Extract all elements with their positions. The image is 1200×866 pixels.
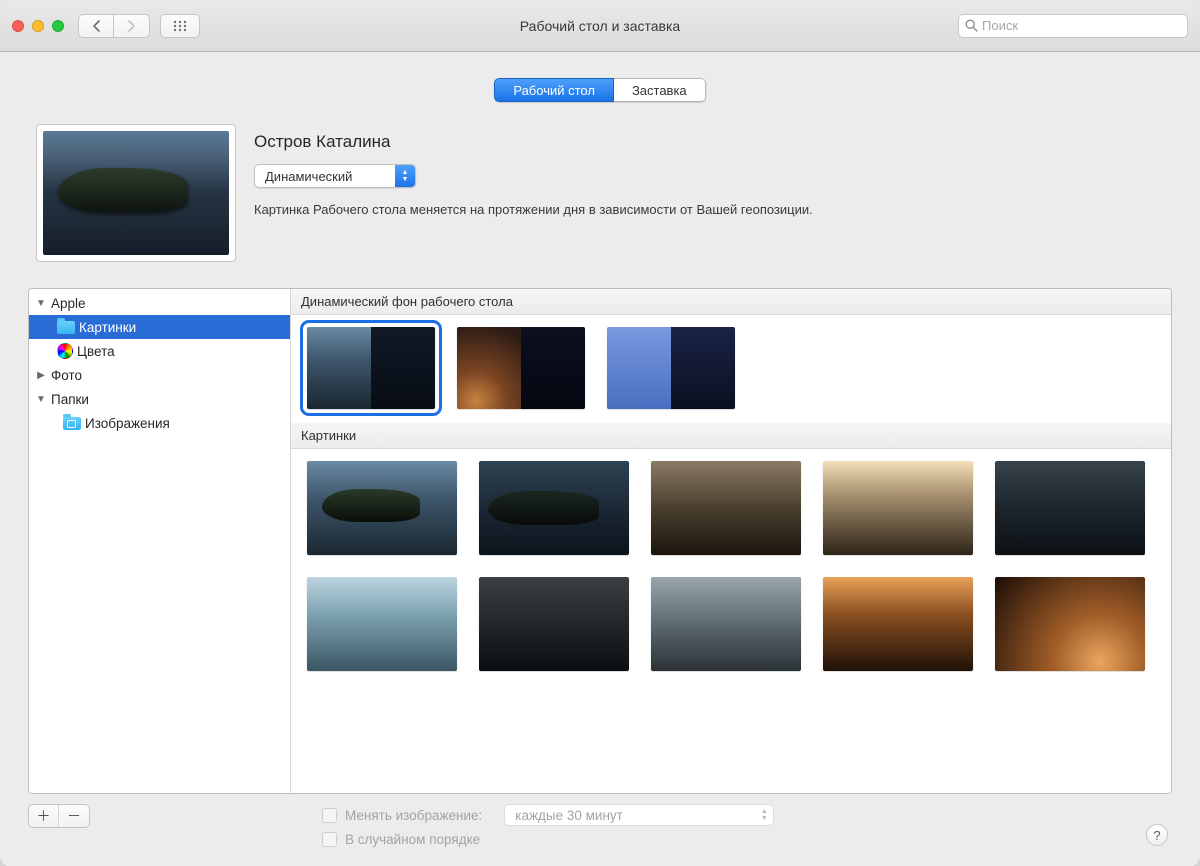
close-button[interactable] <box>12 20 24 32</box>
mode-select[interactable]: Динамический ▲▼ <box>254 164 416 188</box>
tab-screensaver[interactable]: Заставка <box>614 78 706 102</box>
wallpaper-thumb-catalina-dynamic[interactable] <box>307 327 435 409</box>
change-interval-select[interactable]: каждые 30 минут ▲▼ <box>504 804 774 826</box>
sidebar-item-label: Фото <box>51 368 82 383</box>
remove-folder-button[interactable]: － <box>59 805 89 827</box>
preferences-window: Рабочий стол и заставка Рабочий стол Зас… <box>0 0 1200 866</box>
sidebar-item-label: Изображения <box>85 416 170 431</box>
images-folder-icon <box>63 417 81 430</box>
tab-desktop[interactable]: Рабочий стол <box>494 78 614 102</box>
mode-select-value: Динамический <box>255 169 395 184</box>
sidebar-item-apple[interactable]: ▼ Apple <box>29 291 290 315</box>
sidebar-item-label: Цвета <box>77 344 115 359</box>
minimize-button[interactable] <box>32 20 44 32</box>
search-input[interactable] <box>982 18 1181 33</box>
chevron-left-icon <box>92 20 101 32</box>
section-pictures: Картинки <box>291 423 1171 449</box>
sidebar-item-folders[interactable]: ▼ Папки <box>29 387 290 411</box>
grid-icon <box>173 20 187 32</box>
nav-buttons <box>78 14 150 38</box>
wallpaper-thumb[interactable] <box>479 577 629 671</box>
random-order-checkbox[interactable] <box>322 832 337 847</box>
sidebar-item-label: Apple <box>51 296 86 311</box>
color-wheel-icon <box>57 343 73 359</box>
section-dynamic: Динамический фон рабочего стола <box>291 289 1171 315</box>
change-interval-value: каждые 30 минут <box>515 808 623 823</box>
search-icon <box>965 19 978 32</box>
wallpaper-thumb[interactable] <box>651 577 801 671</box>
search-field[interactable] <box>958 14 1188 38</box>
mode-description: Картинка Рабочего стола меняется на прот… <box>254 202 1168 217</box>
footer-controls: ＋ － Менять изображение: каждые 30 минут … <box>28 794 1172 848</box>
traffic-lights <box>12 20 64 32</box>
wallpaper-thumb-mojave-dynamic[interactable] <box>457 327 585 409</box>
sidebar-item-photo[interactable]: ▶ Фото <box>29 363 290 387</box>
sidebar-item-label: Картинки <box>79 320 136 335</box>
change-picture-label: Менять изображение: <box>345 808 482 823</box>
wallpaper-thumb[interactable] <box>651 461 801 555</box>
show-all-button[interactable] <box>160 14 200 38</box>
maximize-button[interactable] <box>52 20 64 32</box>
wallpaper-browser: ▼ Apple Картинки Цвета ▶ Фото ▼ Папк <box>28 288 1172 794</box>
wallpaper-gallery: Динамический фон рабочего стола Картинки <box>291 289 1171 793</box>
source-sidebar: ▼ Apple Картинки Цвета ▶ Фото ▼ Папк <box>29 289 291 793</box>
sidebar-item-colors[interactable]: Цвета <box>29 339 290 363</box>
wallpaper-thumb[interactable] <box>479 461 629 555</box>
titlebar: Рабочий стол и заставка <box>0 0 1200 52</box>
sidebar-item-label: Папки <box>51 392 89 407</box>
stepper-arrows-icon: ▲▼ <box>395 165 415 187</box>
wallpaper-thumb-solid-dynamic[interactable] <box>607 327 735 409</box>
content-area: Рабочий стол Заставка Остров Каталина Ди… <box>0 52 1200 866</box>
wallpaper-name: Остров Каталина <box>254 132 1168 152</box>
change-picture-checkbox[interactable] <box>322 808 337 823</box>
forward-button[interactable] <box>114 14 150 38</box>
stepper-arrows-icon: ▲▼ <box>755 808 773 822</box>
wallpaper-thumb[interactable] <box>995 577 1145 671</box>
disclosure-triangle-icon: ▼ <box>35 298 47 309</box>
add-folder-button[interactable]: ＋ <box>29 805 59 827</box>
back-button[interactable] <box>78 14 114 38</box>
sidebar-item-images[interactable]: Изображения <box>29 411 290 435</box>
wallpaper-thumb[interactable] <box>307 577 457 671</box>
wallpaper-thumb[interactable] <box>823 461 973 555</box>
help-button[interactable]: ? <box>1146 824 1168 846</box>
random-order-label: В случайном порядке <box>345 832 480 847</box>
wallpaper-thumb[interactable] <box>307 461 457 555</box>
disclosure-triangle-icon: ▼ <box>35 394 47 405</box>
folder-icon <box>57 321 75 334</box>
add-remove-buttons: ＋ － <box>28 804 90 828</box>
wallpaper-thumb[interactable] <box>823 577 973 671</box>
tab-bar: Рабочий стол Заставка <box>28 78 1172 102</box>
wallpaper-thumb[interactable] <box>995 461 1145 555</box>
current-wallpaper-preview <box>36 124 236 262</box>
disclosure-triangle-icon: ▶ <box>35 370 47 381</box>
sidebar-item-pictures[interactable]: Картинки <box>29 315 290 339</box>
chevron-right-icon <box>127 20 136 32</box>
